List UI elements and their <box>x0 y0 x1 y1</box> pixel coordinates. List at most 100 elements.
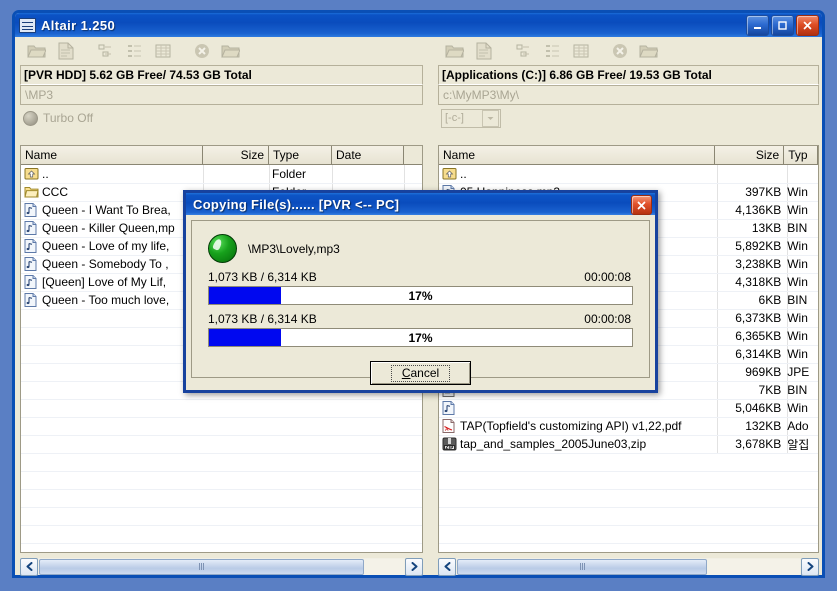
new-file-icon[interactable] <box>53 39 78 63</box>
cell-name: Queen - Killer Queen,mp <box>21 221 203 235</box>
cell-type: BIN <box>787 221 808 235</box>
dialog-button-row: Cancel <box>192 361 649 385</box>
left-scroll-left-button[interactable] <box>20 557 38 576</box>
cell-name: Queen - Somebody To , <box>21 257 203 271</box>
drive-select[interactable]: [-c-] <box>441 108 501 128</box>
progress-bar-2: 17% <box>208 328 633 347</box>
folder-icon <box>24 185 39 199</box>
table-row[interactable]: .. Folder <box>21 165 422 183</box>
cell-type: Ado <box>787 419 809 433</box>
dialog-current-file-row: \MP3\Lovely,mp3 <box>192 221 649 263</box>
dialog-close-button[interactable] <box>631 195 652 215</box>
dialog-body: \MP3\Lovely,mp3 1,073 KB / 6,314 KB 00:0… <box>191 220 650 385</box>
sort-icon[interactable] <box>510 39 535 63</box>
open-folder-icon[interactable] <box>24 39 49 63</box>
window-title-bar[interactable]: Altair 1.250 <box>15 13 822 37</box>
mp3-file-icon <box>24 257 39 271</box>
cell-size: 13KB <box>751 221 782 235</box>
progress-bytes-2: 1,073 KB / 6,314 KB <box>208 312 317 326</box>
list-view-icon[interactable] <box>539 39 564 63</box>
progress-stats-2: 1,073 KB / 6,314 KB 00:00:08 <box>192 305 649 328</box>
new-folder-icon[interactable] <box>636 39 661 63</box>
delete-icon[interactable] <box>607 39 632 63</box>
cell-name: .. <box>439 167 715 181</box>
mp3-file-icon <box>442 401 457 415</box>
left-scroll-track[interactable] <box>39 558 404 575</box>
table-row[interactable]: A TAP(Topfield's customizing API) v1,22,p… <box>439 417 818 435</box>
svg-text:A: A <box>445 427 449 433</box>
screen-root: Altair 1.250 [PVR HDD] 5.62 GB Free/ 74.… <box>0 0 837 591</box>
right-horizontal-scrollbar[interactable] <box>438 557 819 576</box>
drive-select-value: [-c-] <box>445 112 464 124</box>
delete-icon[interactable] <box>189 39 214 63</box>
left-path-field[interactable]: \MP3 <box>20 85 423 105</box>
progress-time-2: 00:00:08 <box>584 312 631 326</box>
progress-bar-2-label: 17% <box>408 330 433 345</box>
right-scroll-right-button[interactable] <box>801 557 819 576</box>
progress-stats-1: 1,073 KB / 6,314 KB 00:00:08 <box>192 263 649 286</box>
cell-size: 3,678KB <box>735 437 782 451</box>
right-column-size[interactable]: Size <box>714 146 785 164</box>
right-toolbar <box>438 37 819 65</box>
zip-file-icon: ZIP <box>442 437 457 451</box>
left-column-size[interactable]: Size <box>203 146 269 164</box>
window-menu-icon[interactable] <box>19 17 36 33</box>
close-button[interactable] <box>796 15 819 36</box>
cell-type: BIN <box>787 383 808 397</box>
file-name: Queen - Somebody To , <box>42 257 169 271</box>
file-name: Queen - Killer Queen,mp <box>42 221 175 235</box>
cell-name: [Queen] Love of My Lif, <box>21 275 203 289</box>
new-file-icon[interactable] <box>471 39 496 63</box>
right-column-name[interactable]: Name <box>439 146 715 164</box>
table-row[interactable]: 5,046KB Win <box>439 399 818 417</box>
file-name: CCC <box>42 185 68 199</box>
pdf-file-icon: A <box>442 419 457 433</box>
cell-name: ZIP tap_and_samples_2005June03,zip <box>439 437 715 451</box>
new-folder-icon[interactable] <box>218 39 243 63</box>
mp3-file-icon <box>24 203 39 217</box>
right-scroll-left-button[interactable] <box>438 557 456 576</box>
table-row[interactable]: ZIP tap_and_samples_2005June03,zip 3,678KB… <box>439 435 818 453</box>
cell-size: 132KB <box>745 419 782 433</box>
cell-size: 969KB <box>745 365 782 379</box>
open-folder-icon[interactable] <box>442 39 467 63</box>
chevron-down-icon[interactable] <box>482 109 499 127</box>
left-scroll-thumb[interactable] <box>39 558 364 575</box>
left-horizontal-scrollbar[interactable] <box>20 557 423 576</box>
file-name: tap_and_samples_2005June03,zip <box>460 437 647 451</box>
cell-type: Win <box>787 239 808 253</box>
cell-size: 397KB <box>745 185 782 199</box>
cell-size: 5,046KB <box>735 401 782 415</box>
file-name: TAP(Topfield's customizing API) v1,22,pd… <box>460 419 682 433</box>
up-folder-icon <box>24 167 39 181</box>
turbo-label: Turbo Off <box>43 111 94 125</box>
turbo-indicator-icon <box>23 110 38 126</box>
dialog-title-bar[interactable]: Copying File(s)...... [PVR <-- PC] <box>186 193 655 215</box>
left-column-name[interactable]: Name <box>21 146 203 164</box>
maximize-button[interactable] <box>771 15 794 36</box>
cell-size: 5,892KB <box>735 239 782 253</box>
left-scroll-right-button[interactable] <box>405 557 423 576</box>
mp3-file-icon <box>24 239 39 253</box>
cancel-button[interactable]: Cancel <box>370 361 471 385</box>
cell-type: Win <box>787 401 808 415</box>
left-column-date[interactable]: Date <box>332 146 404 164</box>
sort-icon[interactable] <box>92 39 117 63</box>
right-path-field[interactable]: c:\MyMP3\My\ <box>438 85 819 105</box>
progress-bytes-1: 1,073 KB / 6,314 KB <box>208 270 317 284</box>
detail-view-icon[interactable] <box>568 39 593 63</box>
detail-view-icon[interactable] <box>150 39 175 63</box>
cell-type: JPE <box>787 365 810 379</box>
minimize-button[interactable] <box>746 15 769 36</box>
table-row[interactable]: .. <box>439 165 818 183</box>
turbo-toggle[interactable]: Turbo Off <box>23 110 94 126</box>
right-column-type[interactable]: Typ <box>784 146 818 164</box>
mp3-file-icon <box>24 275 39 289</box>
list-view-icon[interactable] <box>121 39 146 63</box>
window-title: Altair 1.250 <box>41 17 116 33</box>
cell-size: 4,136KB <box>735 203 782 217</box>
right-scroll-thumb[interactable] <box>457 558 708 575</box>
right-scroll-track[interactable] <box>457 558 800 575</box>
cell-type: Win <box>787 185 808 199</box>
left-column-type[interactable]: Type <box>269 146 332 164</box>
